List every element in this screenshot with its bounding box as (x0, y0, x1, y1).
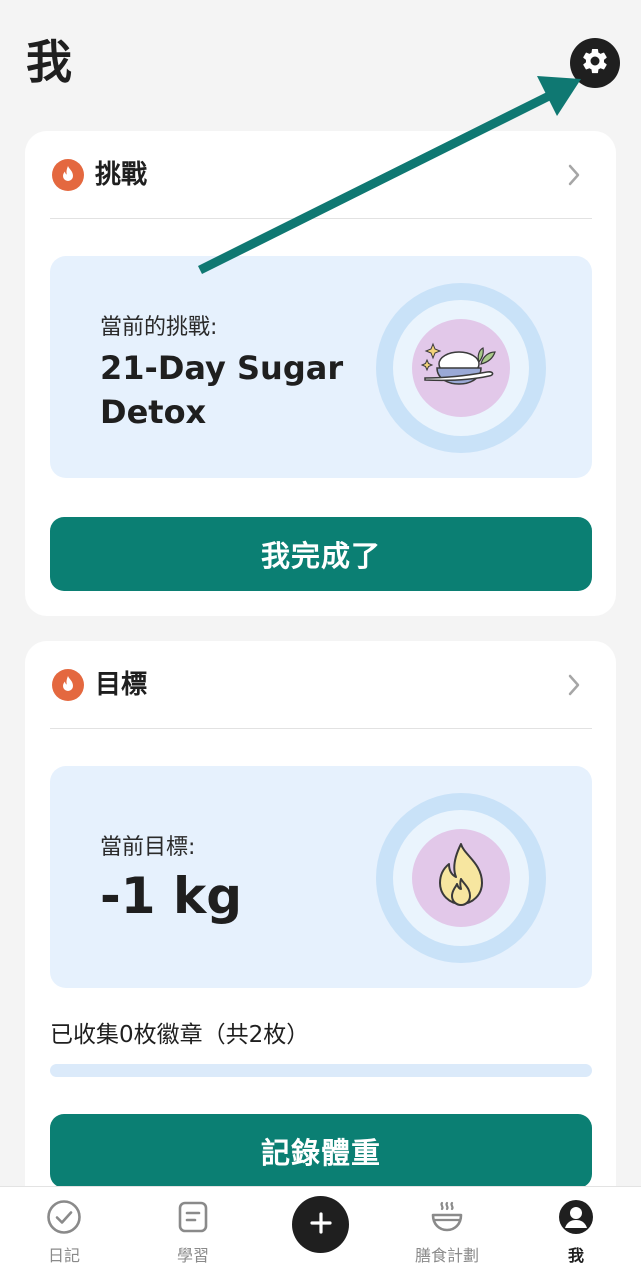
add-button[interactable] (292, 1196, 349, 1253)
challenge-name-line2: Detox (100, 393, 207, 431)
challenge-name-line1: 21-Day Sugar (100, 349, 344, 387)
divider (50, 218, 592, 219)
goal-title: 目標 (95, 670, 148, 700)
badge-count-text: 已收集0枚徽章（共2枚） (50, 1022, 310, 1048)
current-goal-value: -1 kg (100, 867, 242, 925)
challenge-header[interactable]: 挑戰 (25, 131, 616, 219)
chevron-right-icon (561, 159, 587, 191)
complete-challenge-button[interactable]: 我完成了 (50, 517, 592, 591)
challenge-illustration (376, 283, 546, 453)
document-icon (175, 1199, 211, 1235)
plus-icon (309, 1211, 332, 1238)
log-weight-button[interactable]: 記錄體重 (50, 1114, 592, 1188)
goal-card: 目標 當前目標: -1 kg 已收集0枚徽章（共2枚） 記錄體重 (25, 641, 616, 1241)
goal-header[interactable]: 目標 (25, 641, 616, 729)
bowl-icon (429, 1199, 465, 1235)
challenge-card: 挑戰 當前的挑戰: 21-Day Sugar Detox 我完成了 (25, 131, 616, 616)
tab-learn[interactable]: 學習 (138, 1187, 248, 1281)
tab-meal-plan-label: 膳食計劃 (414, 1246, 479, 1265)
gear-icon (580, 46, 610, 80)
current-challenge-panel: 當前的挑戰: 21-Day Sugar Detox (50, 256, 592, 478)
divider (50, 728, 592, 729)
current-challenge-name: 21-Day Sugar Detox (100, 346, 343, 434)
page-title: 我 (26, 35, 72, 89)
flame-icon (52, 159, 84, 191)
check-circle-icon (46, 1199, 82, 1235)
tab-me[interactable]: 我 (521, 1187, 631, 1281)
challenge-title: 挑戰 (95, 160, 148, 190)
settings-button[interactable] (570, 38, 620, 88)
rice-bowl-icon (419, 336, 503, 400)
flame-icon (52, 669, 84, 701)
tab-diary-label: 日記 (47, 1246, 80, 1265)
current-goal-panel: 當前目標: -1 kg (50, 766, 592, 988)
profile-icon (558, 1199, 594, 1235)
flame-icon (435, 841, 487, 915)
chevron-right-icon (561, 669, 587, 701)
tab-meal-plan[interactable]: 膳食計劃 (392, 1187, 502, 1281)
current-goal-label: 當前目標: (100, 835, 196, 860)
tab-learn-label: 學習 (176, 1246, 209, 1265)
goal-illustration (376, 793, 546, 963)
current-challenge-label: 當前的挑戰: (100, 315, 218, 340)
badge-progress-bar (50, 1064, 592, 1077)
tab-diary[interactable]: 日記 (9, 1187, 119, 1281)
tab-me-label: 我 (567, 1246, 584, 1265)
